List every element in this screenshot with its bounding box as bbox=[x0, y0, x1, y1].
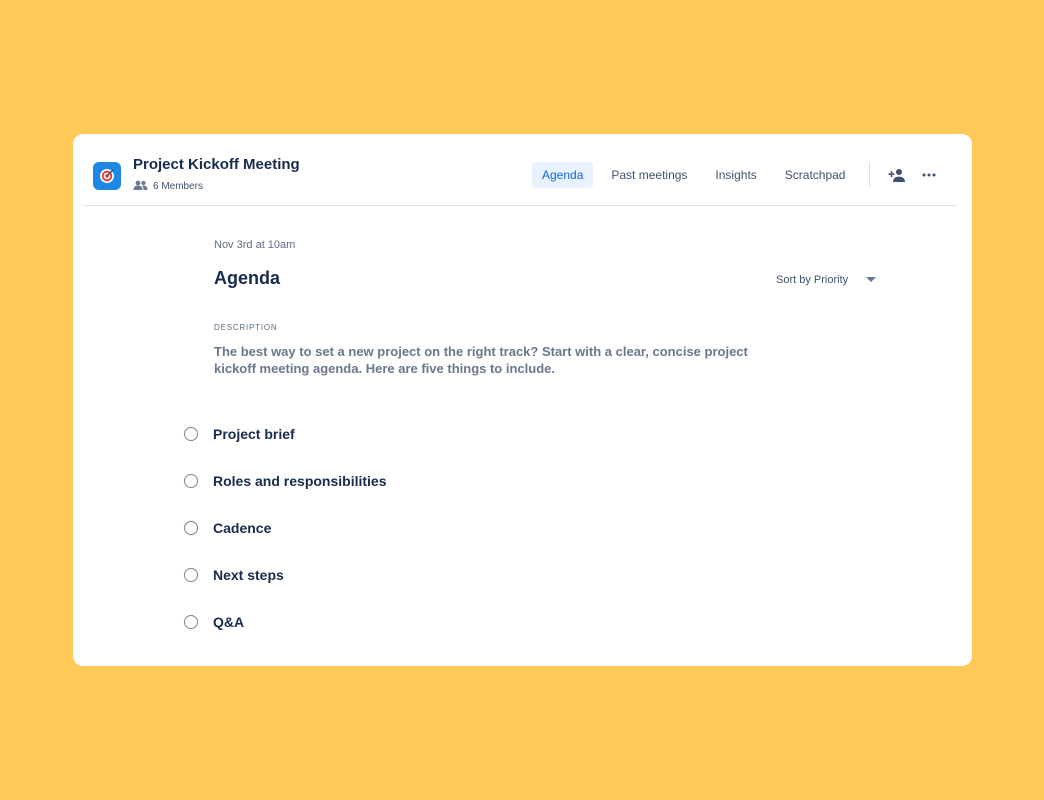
agenda-item: Next steps bbox=[184, 564, 387, 586]
more-icon[interactable] bbox=[917, 164, 941, 186]
meeting-header: Project Kickoff Meeting 6 Members Agenda… bbox=[83, 134, 957, 206]
add-person-icon[interactable] bbox=[885, 164, 909, 186]
agenda-item: Cadence bbox=[184, 517, 387, 539]
agenda-item-label[interactable]: Cadence bbox=[213, 520, 271, 536]
agenda-item-label[interactable]: Q&A bbox=[213, 614, 244, 630]
meeting-title: Project Kickoff Meeting bbox=[133, 156, 300, 173]
tab-past-meetings[interactable]: Past meetings bbox=[601, 162, 697, 188]
agenda-item: Project brief bbox=[184, 423, 387, 445]
tab-agenda[interactable]: Agenda bbox=[532, 162, 594, 188]
sort-label: Sort by Priority bbox=[776, 274, 849, 286]
agenda-item-label[interactable]: Next steps bbox=[213, 567, 284, 583]
target-icon[interactable] bbox=[93, 162, 121, 190]
agenda-item: Q&A bbox=[184, 611, 387, 633]
people-icon bbox=[133, 180, 148, 193]
agenda-item-label[interactable]: Roles and responsibilities bbox=[213, 473, 387, 489]
members-label: 6 Members bbox=[153, 181, 204, 192]
meeting-date: Nov 3rd at 10am bbox=[214, 239, 296, 251]
meeting-tabs: Agenda Past meetings Insights Scratchpad bbox=[532, 162, 863, 188]
header-divider bbox=[869, 162, 870, 188]
sort-dropdown[interactable]: Sort by Priority bbox=[776, 274, 877, 286]
caret-down-icon bbox=[866, 274, 877, 286]
agenda-item-checkbox[interactable] bbox=[184, 568, 198, 582]
agenda-heading: Agenda bbox=[214, 268, 281, 288]
agenda-item-checkbox[interactable] bbox=[184, 427, 198, 441]
description-text: The best way to set a new project on the… bbox=[214, 344, 748, 376]
tab-scratchpad[interactable]: Scratchpad bbox=[775, 162, 856, 188]
description-label: DESCRIPTION bbox=[214, 323, 278, 332]
agenda-item-checkbox[interactable] bbox=[184, 474, 198, 488]
tab-insights[interactable]: Insights bbox=[705, 162, 766, 188]
agenda-item-checkbox[interactable] bbox=[184, 521, 198, 535]
agenda-list: Project brief Roles and responsibilities… bbox=[184, 423, 387, 658]
members-count[interactable]: 6 Members bbox=[133, 180, 203, 193]
agenda-item-label[interactable]: Project brief bbox=[213, 426, 295, 442]
meeting-card: Project Kickoff Meeting 6 Members Agenda… bbox=[73, 134, 972, 666]
agenda-item-checkbox[interactable] bbox=[184, 615, 198, 629]
agenda-item: Roles and responsibilities bbox=[184, 470, 387, 492]
